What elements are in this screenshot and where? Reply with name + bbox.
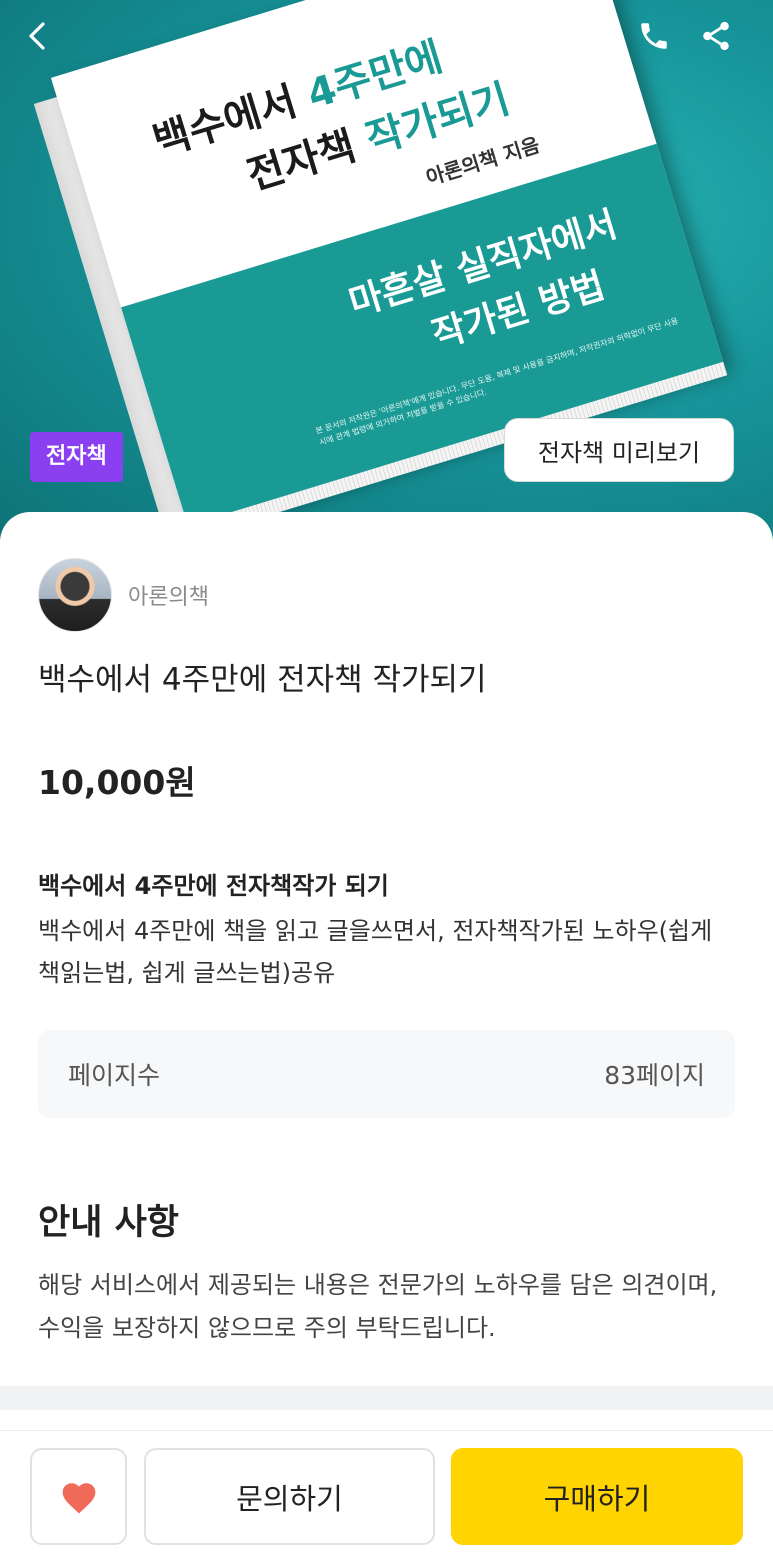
hero-banner: 백수에서 4주만에 전자책 작가되기 아론의책 지음 마흔살 실직자에서 작가된… xyxy=(0,0,773,540)
like-button[interactable] xyxy=(30,1448,127,1545)
chevron-left-icon xyxy=(29,22,45,50)
author-name[interactable]: 아론의책 xyxy=(128,579,209,611)
description-text: 백수에서 4주만에 책을 읽고 글을쓰면서, 전자책작가된 노하우(쉽게 책읽는… xyxy=(38,917,713,987)
section-divider xyxy=(0,1386,773,1410)
notice-body: 해당 서비스에서 제공되는 내용은 전문가의 노하우를 담은 의견이며, 수익을… xyxy=(38,1271,718,1342)
call-button[interactable] xyxy=(632,14,676,58)
ebook-preview-button[interactable]: 전자책 미리보기 xyxy=(504,418,734,482)
product-detail-sheet: 아론의책 백수에서 4주만에 전자책 작가되기 10,000원 백수에서 4주만… xyxy=(0,512,773,1392)
heart-icon xyxy=(62,1482,95,1513)
product-price: 10,000원 xyxy=(38,763,196,802)
bottom-action-bar: 문의하기 구매하기 xyxy=(0,1430,773,1561)
category-badge: 전자책 xyxy=(30,432,123,482)
inquiry-button[interactable]: 문의하기 xyxy=(144,1448,435,1545)
product-title: 백수에서 4주만에 전자책 작가되기 xyxy=(38,662,487,698)
share-icon xyxy=(703,21,729,51)
back-button[interactable] xyxy=(16,14,60,58)
buy-button[interactable]: 구매하기 xyxy=(451,1448,743,1545)
page-count-label: 페이지수 xyxy=(68,1061,161,1090)
author-row[interactable]: 아론의책 xyxy=(38,558,209,632)
avatar[interactable] xyxy=(38,558,112,632)
phone-icon xyxy=(641,23,667,49)
notice-title: 안내 사항 xyxy=(38,1203,179,1243)
page-count-value: 83페이지 xyxy=(604,1061,705,1090)
share-button[interactable] xyxy=(694,14,738,58)
description-heading: 백수에서 4주만에 전자책작가 되기 xyxy=(38,872,389,900)
page-count-row: 페이지수 83페이지 xyxy=(38,1030,735,1118)
